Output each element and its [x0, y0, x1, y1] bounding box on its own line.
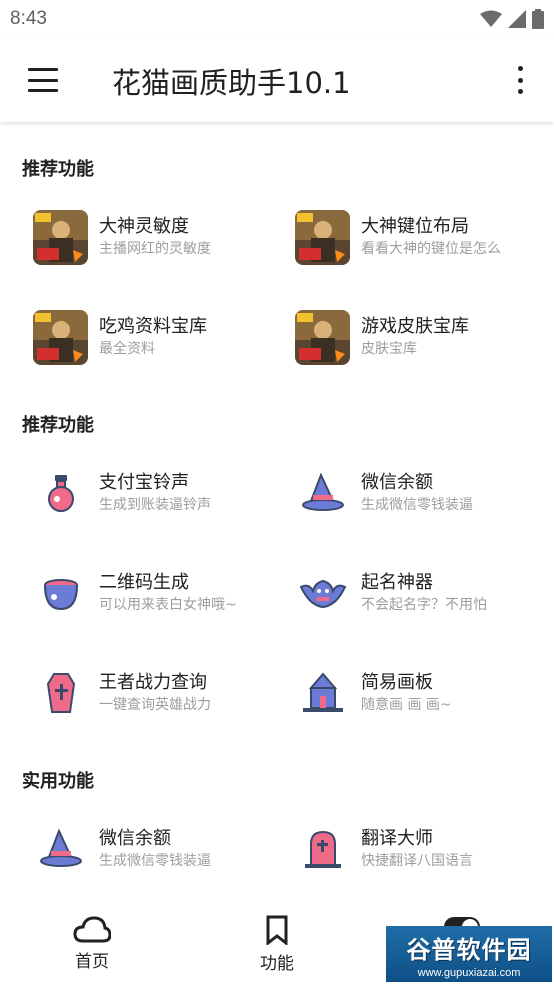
tool-item-name-generator[interactable]: 起名神器 不会起名字？不用怕 — [295, 558, 545, 628]
game-item-keymap[interactable]: 大神键位布局 看看大神的键位是怎么 — [295, 202, 545, 272]
item-subtitle: 看看大神的键位是怎么 — [361, 241, 501, 257]
item-subtitle: 生成到账装逼铃声 — [99, 497, 211, 513]
game-item-database[interactable]: 吃鸡资料宝库 最全资料 — [33, 302, 283, 372]
status-time: 8:43 — [10, 8, 47, 29]
battery-icon — [532, 9, 544, 29]
item-subtitle: 主播网红的灵敏度 — [99, 241, 211, 257]
section-title-utilities: 实用功能 — [22, 771, 94, 792]
more-options-icon[interactable] — [512, 66, 528, 94]
item-title: 简易画板 — [361, 672, 433, 693]
item-title: 大神灵敏度 — [99, 216, 189, 237]
cauldron-icon — [33, 566, 88, 621]
wifi-icon — [480, 10, 502, 27]
section-title-recommended: 推荐功能 — [22, 159, 94, 180]
nav-label: 功能 — [260, 954, 294, 974]
nav-label: 首页 — [75, 952, 109, 972]
item-subtitle: 不会起名字？不用怕 — [361, 597, 487, 613]
tombstone-icon — [295, 822, 350, 877]
game-item-sensitivity[interactable]: 大神灵敏度 主播网红的灵敏度 — [33, 202, 283, 272]
item-title: 大神键位布局 — [361, 216, 469, 237]
item-subtitle: 皮肤宝库 — [361, 341, 417, 357]
watermark-title: 谷普软件园 — [406, 935, 532, 964]
potion-icon — [33, 466, 88, 521]
item-title: 翻译大师 — [361, 828, 433, 849]
game-thumbnail — [295, 309, 350, 365]
signal-icon — [508, 10, 526, 28]
item-title: 二维码生成 — [99, 572, 189, 593]
item-subtitle: 快捷翻译八国语言 — [361, 853, 473, 869]
game-item-skins[interactable]: 游戏皮肤宝库 皮肤宝库 — [295, 302, 545, 372]
item-subtitle: 随意画 画 画~ — [361, 697, 452, 713]
cloud-icon — [73, 916, 111, 943]
section-title-recommended-2: 推荐功能 — [22, 415, 94, 436]
status-icons — [480, 9, 544, 29]
item-title: 支付宝铃声 — [99, 472, 189, 493]
item-subtitle: 生成微信零钱装逼 — [99, 853, 211, 869]
watermark-url: www.gupuxiazai.com — [417, 966, 521, 979]
item-subtitle: 可以用来表白女神哦~ — [99, 597, 237, 613]
status-bar: 8:43 — [0, 0, 554, 38]
game-thumbnail — [295, 209, 350, 265]
item-title: 游戏皮肤宝库 — [361, 316, 469, 337]
wizard-hat-icon — [33, 822, 88, 877]
item-subtitle: 最全资料 — [99, 341, 155, 357]
menu-icon[interactable] — [28, 68, 58, 92]
item-title: 王者战力查询 — [99, 672, 207, 693]
item-title: 吃鸡资料宝库 — [99, 316, 207, 337]
tool-item-qrcode[interactable]: 二维码生成 可以用来表白女神哦~ — [33, 558, 283, 628]
item-title: 微信余额 — [361, 472, 433, 493]
watermark-logo: 谷普软件园 www.gupuxiazai.com — [386, 926, 552, 982]
item-subtitle: 生成微信零钱装逼 — [361, 497, 473, 513]
game-thumbnail — [33, 209, 88, 265]
tool-item-drawing-board[interactable]: 简易画板 随意画 画 画~ — [295, 658, 545, 728]
bat-icon — [295, 566, 350, 621]
utility-item-translator[interactable]: 翻译大师 快捷翻译八国语言 — [295, 814, 545, 884]
coffin-icon — [33, 666, 88, 721]
item-title: 起名神器 — [361, 572, 433, 593]
nav-features[interactable]: 功能 — [227, 905, 327, 985]
utility-item-wechat-balance[interactable]: 微信余额 生成微信零钱装逼 — [33, 814, 283, 884]
tool-item-hero-power[interactable]: 王者战力查询 一键查询英雄战力 — [33, 658, 283, 728]
nav-home[interactable]: 首页 — [42, 905, 142, 985]
bookmark-icon — [266, 915, 288, 945]
tool-item-wechat-balance[interactable]: 微信余额 生成微信零钱装逼 — [295, 458, 545, 528]
wizard-hat-icon — [295, 466, 350, 521]
page-title: 花猫画质助手10.1 — [112, 66, 351, 100]
item-subtitle: 一键查询英雄战力 — [99, 697, 211, 713]
haunted-house-icon — [295, 666, 350, 721]
tool-item-alipay-ringtone[interactable]: 支付宝铃声 生成到账装逼铃声 — [33, 458, 283, 528]
item-title: 微信余额 — [99, 828, 171, 849]
game-thumbnail — [33, 309, 88, 365]
app-bar: 花猫画质助手10.1 — [0, 38, 554, 122]
